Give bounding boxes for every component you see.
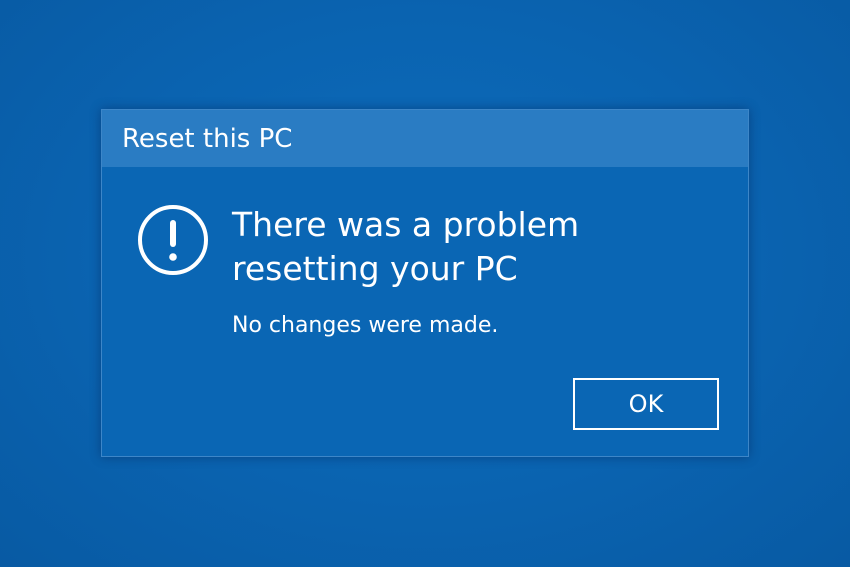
dialog-title: Reset this PC <box>122 124 293 154</box>
error-detail: No changes were made. <box>232 313 499 338</box>
exclamation-circle-icon <box>137 204 209 276</box>
ok-button[interactable]: OK <box>573 378 719 430</box>
reset-error-dialog: Reset this PC There was a problem resett… <box>101 109 749 457</box>
dialog-titlebar: Reset this PC <box>102 110 748 167</box>
error-heading: There was a problem resetting your PC <box>232 205 580 288</box>
